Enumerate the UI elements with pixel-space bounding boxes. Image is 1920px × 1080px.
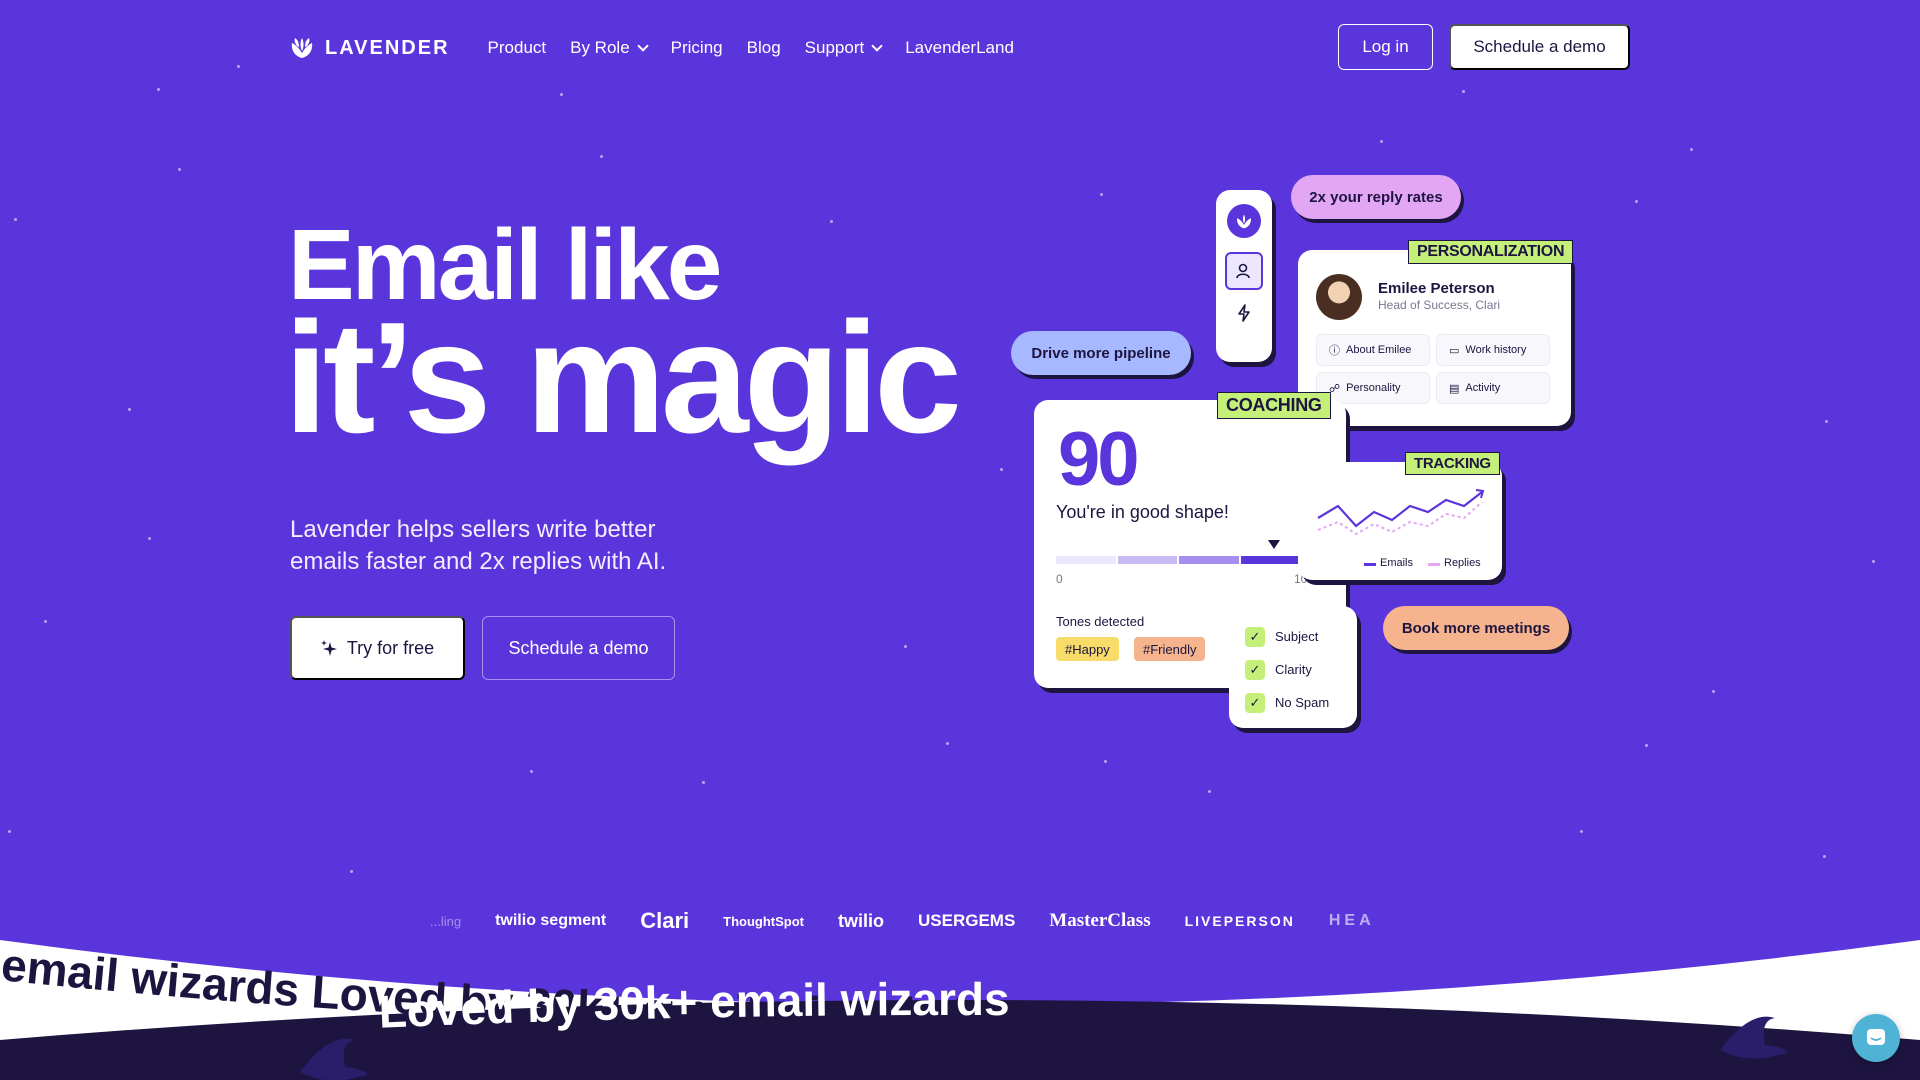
tone-friendly: #Friendly — [1134, 637, 1206, 661]
nav-by-role[interactable]: By Role — [570, 38, 649, 58]
brand-logo[interactable]: LAVENDER — [289, 37, 450, 60]
check-subject-label: Subject — [1275, 629, 1319, 644]
nav-product[interactable]: Product — [488, 38, 547, 58]
nav-lavenderland[interactable]: LavenderLand — [905, 38, 1014, 58]
check-icon: ✓ — [1245, 692, 1265, 713]
check-no-spam: ✓ No Spam — [1245, 686, 1341, 719]
schedule-demo-button[interactable]: Schedule a demo — [1449, 24, 1630, 70]
personalization-card: Emilee Peterson Head of Success, Clari ⓘ… — [1298, 250, 1571, 426]
email-score: 90 — [1058, 417, 1140, 502]
chip-about[interactable]: ⓘ About Emilee — [1316, 334, 1430, 366]
nav-support-label: Support — [804, 38, 865, 57]
checklist-card: ✓ Subject ✓ Clarity ✓ No Spam — [1229, 606, 1357, 728]
check-icon: ✓ — [1245, 659, 1265, 680]
chat-widget-button[interactable] — [1852, 1014, 1900, 1062]
chat-icon — [1867, 1029, 1885, 1045]
chevron-down-icon — [636, 40, 649, 52]
chip-work-history-label: Work history — [1465, 344, 1527, 356]
marquee-banner: email wizards Loved by 30k+ email wizard… — [0, 940, 1920, 1080]
hero-schedule-demo-button[interactable]: Schedule a demo — [482, 616, 675, 680]
main-menu: Product By Role Pricing Blog Support Lav… — [488, 38, 1014, 58]
hero-title-line2: it’s magic — [284, 290, 962, 466]
legend-replies: Replies — [1444, 557, 1481, 569]
user-icon — [1236, 263, 1250, 279]
avatar — [1316, 274, 1362, 320]
chip-work-history[interactable]: ▭ Work history — [1436, 334, 1550, 366]
logo-thoughtspot: ThoughtSpot — [723, 913, 804, 929]
lavender-logo-icon — [291, 38, 313, 58]
logo-partial: ...ling — [430, 913, 462, 929]
personality-icon: ☍ — [1329, 382, 1341, 395]
tones-label: Tones detected — [1056, 614, 1145, 629]
chip-about-label: About Emilee — [1346, 344, 1412, 356]
chip-personality-label: Personality — [1346, 382, 1401, 394]
try-for-free-button[interactable]: Try for free — [290, 616, 465, 680]
coaching-tag: COACHING — [1217, 392, 1331, 419]
hero-subtitle: Lavender helps sellers write better emai… — [290, 516, 667, 575]
personalization-tag: PERSONALIZATION — [1408, 240, 1574, 264]
person-search-icon[interactable] — [1225, 252, 1263, 290]
nav-pricing-label: Pricing — [670, 38, 723, 57]
check-subject: ✓ Subject — [1245, 620, 1341, 653]
person-role: Head of Success, Clari — [1378, 298, 1501, 312]
lavender-mini-icon — [1237, 214, 1251, 228]
nav-pricing[interactable]: Pricing — [671, 38, 723, 58]
pipeline-pill: Drive more pipeline — [1011, 331, 1191, 375]
logo-twilio: twilio — [837, 910, 884, 931]
lavender-logo-icon[interactable] — [1227, 204, 1261, 238]
chip-activity[interactable]: ▤ Activity — [1436, 372, 1550, 404]
logo-masterclass: MasterClass — [1049, 910, 1151, 931]
nav-product-label: Product — [487, 38, 547, 57]
sparkle-icon — [320, 640, 337, 656]
briefcase-icon: ▭ — [1449, 344, 1460, 357]
logo-usergems: USERGEMS — [917, 911, 1016, 930]
customer-logos: ...ling twilio segment Clari ThoughtSpot… — [430, 904, 1495, 938]
activity-icon: ▤ — [1449, 382, 1460, 395]
score-pointer-icon — [1268, 540, 1280, 549]
info-icon: ⓘ — [1329, 345, 1340, 357]
reply-rates-pill: 2x your reply rates — [1291, 175, 1461, 219]
logo-clari: Clari — [640, 908, 690, 933]
chip-activity-label: Activity — [1465, 382, 1501, 394]
meetings-pill: Book more meetings — [1383, 606, 1569, 650]
check-clarity-label: Clarity — [1275, 662, 1312, 677]
logo-liveperson: LIVEPERSON — [1184, 913, 1295, 929]
extension-sidebar — [1216, 190, 1272, 362]
score-status: You're in good shape! — [1056, 502, 1229, 522]
top-nav: LAVENDER Product By Role Pricing Blog Su… — [289, 28, 1014, 68]
check-clarity: ✓ Clarity — [1245, 653, 1341, 686]
tone-happy: #Happy — [1056, 637, 1119, 661]
nav-lavenderland-label: LavenderLand — [905, 38, 1014, 57]
try-for-free-label: Try for free — [346, 637, 435, 658]
chevron-down-icon — [871, 40, 883, 52]
nav-blog-label: Blog — [746, 38, 781, 57]
logo-partial-right: HEA — [1328, 912, 1375, 929]
nav-blog[interactable]: Blog — [747, 38, 781, 58]
tracking-tag: TRACKING — [1405, 452, 1500, 475]
brand-name: LAVENDER — [325, 36, 450, 59]
nav-by-role-label: By Role — [570, 38, 630, 57]
score-min: 0 — [1056, 572, 1063, 586]
nav-support[interactable]: Support — [804, 38, 883, 58]
tracking-card: Emails Replies — [1298, 462, 1502, 580]
nav-actions: Log in Schedule a demo — [1338, 24, 1630, 70]
login-button[interactable]: Log in — [1338, 24, 1433, 70]
lightning-icon[interactable] — [1236, 304, 1252, 322]
check-no-spam-label: No Spam — [1275, 695, 1330, 710]
score-bar — [1056, 556, 1300, 564]
logo-segment: twilio segment — [495, 912, 607, 929]
legend-emails: Emails — [1380, 557, 1414, 569]
person-name: Emilee Peterson — [1378, 280, 1495, 297]
check-icon: ✓ — [1245, 626, 1265, 647]
